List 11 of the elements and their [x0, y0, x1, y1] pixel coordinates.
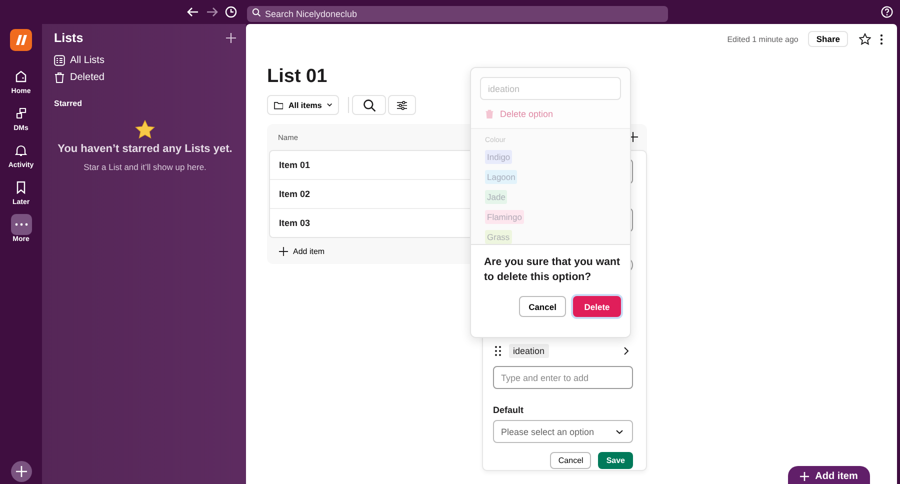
table-cell: Item 01	[279, 160, 310, 170]
list-title: List 01	[267, 66, 328, 88]
section-heading: Starred	[54, 99, 84, 108]
table-cell: Item 02	[279, 189, 310, 199]
default-label: Default	[493, 405, 525, 415]
sidebar-title: Lists	[54, 31, 84, 45]
table-cell: Item 03	[279, 218, 310, 228]
empty-state-title: You haven’t starred any Lists yet.	[58, 143, 232, 155]
edited-timestamp: Edited 1 minute ago	[727, 34, 798, 44]
empty-state-text: Star a List and it’ll show up here.	[84, 162, 206, 172]
confirm-message: Are you sure that you want to delete this option?	[484, 255, 621, 285]
